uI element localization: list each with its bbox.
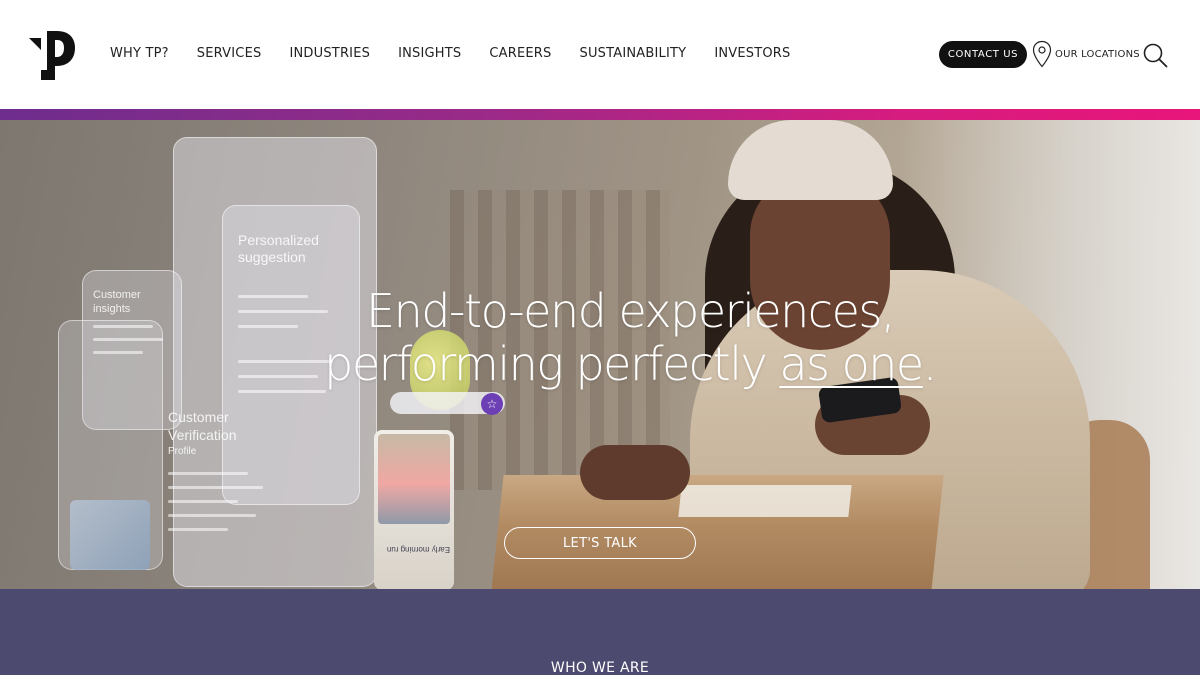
hero-headline-emphasis: as one — [779, 337, 924, 391]
nav-services[interactable]: SERVICES — [197, 45, 262, 63]
overlay-verification-title: Customer Verification — [168, 409, 237, 443]
nav-careers[interactable]: CAREERS — [489, 45, 551, 63]
hero-banner: Personalized suggestion Customer insight… — [0, 120, 1200, 589]
contact-us-button[interactable]: CONTACT US — [939, 41, 1027, 68]
our-locations-label: OUR LOCATIONS — [1055, 48, 1140, 60]
hero-headline-period: . — [922, 337, 938, 391]
tp-logo[interactable] — [27, 28, 77, 80]
map-pin-icon — [1032, 40, 1052, 68]
search-icon[interactable] — [1142, 42, 1168, 68]
main-nav: WHY TP? SERVICES INDUSTRIES INSIGHTS CAR… — [110, 45, 819, 63]
nav-why-tp[interactable]: WHY TP? — [110, 45, 169, 63]
person-hand-left — [580, 445, 690, 500]
who-we-are-heading: WHO WE ARE — [550, 660, 650, 675]
overlay-line — [168, 472, 248, 475]
our-locations-link[interactable]: OUR LOCATIONS — [1032, 40, 1140, 68]
hero-headline-line2-text: performing perfectly — [324, 337, 780, 391]
hero-headline-line2: performing perfectly as one. — [0, 338, 1200, 391]
site-header: WHY TP? SERVICES INDUSTRIES INSIGHTS CAR… — [0, 0, 1200, 109]
hero-headline-line1: End-to-end experiences, — [366, 284, 895, 338]
overlay-personalized-title: Personalized suggestion — [238, 232, 319, 265]
star-icon: ☆ — [481, 393, 503, 415]
overlay-line — [168, 500, 238, 503]
person-beanie — [728, 120, 893, 200]
overlay-verification-sub: Profile — [168, 446, 197, 457]
nav-investors[interactable]: INVESTORS — [714, 45, 790, 63]
brand-gradient-band — [0, 109, 1200, 120]
shipping-label — [678, 485, 852, 517]
nav-industries[interactable]: INDUSTRIES — [289, 45, 370, 63]
overlay-line — [168, 486, 263, 489]
overlay-card-caption: Early morning run — [386, 545, 450, 554]
overlay-line — [168, 528, 228, 531]
hero-headline: End-to-end experiences, performing perfe… — [0, 285, 1200, 391]
overlay-map-thumbnail — [70, 500, 150, 570]
who-we-are-section: WHO WE ARE — [0, 589, 1200, 675]
nav-insights[interactable]: INSIGHTS — [398, 45, 461, 63]
overlay-line — [168, 514, 256, 517]
lets-talk-button[interactable]: LET'S TALK — [504, 527, 696, 559]
nav-sustainability[interactable]: SUSTAINABILITY — [580, 45, 687, 63]
overlay-runners-photo — [378, 434, 450, 524]
